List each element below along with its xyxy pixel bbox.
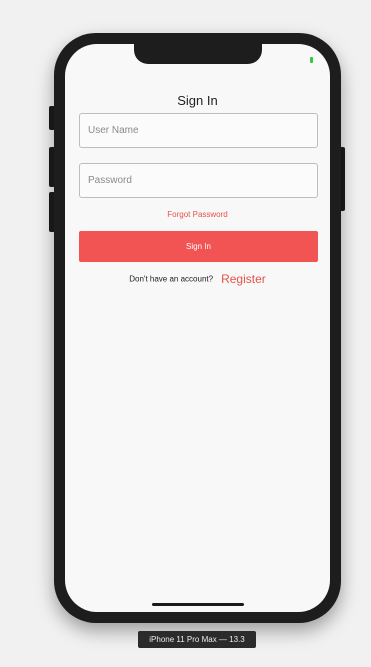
- register-row: Don't have an account? Register: [65, 270, 330, 288]
- phone-screen: Sign In Forgot Password Sign In Don't ha…: [65, 44, 330, 612]
- phone-frame: Sign In Forgot Password Sign In Don't ha…: [54, 33, 341, 623]
- notch: [133, 44, 262, 64]
- username-input[interactable]: [79, 113, 318, 148]
- device-label: iPhone 11 Pro Max — 13.3: [138, 631, 256, 648]
- register-link[interactable]: Register: [221, 272, 266, 286]
- home-indicator[interactable]: [151, 603, 244, 606]
- sign-in-button[interactable]: Sign In: [79, 231, 318, 262]
- no-account-text: Don't have an account?: [129, 274, 214, 284]
- page-title: Sign In: [177, 93, 218, 108]
- forgot-password-link[interactable]: Forgot Password: [65, 210, 330, 219]
- battery-icon: [310, 57, 313, 63]
- password-input[interactable]: [79, 163, 318, 198]
- simulator-stage: Sign In Forgot Password Sign In Don't ha…: [0, 0, 371, 667]
